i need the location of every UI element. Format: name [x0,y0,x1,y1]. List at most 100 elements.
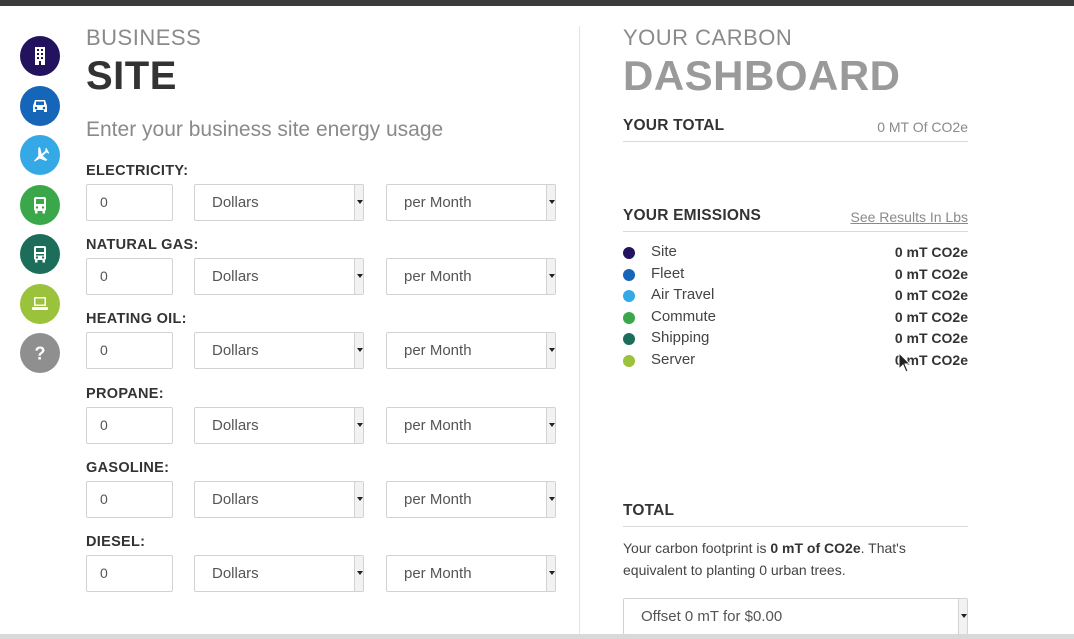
unit-select[interactable]: Dollars [194,184,364,221]
emission-name: Shipping [651,329,710,347]
nav-server[interactable] [20,283,60,324]
chevron-down-icon [546,259,555,294]
emission-value: 0 mT CO2e [894,287,968,304]
your-total-label: YOUR TOTAL [623,117,725,134]
legend-dot [623,290,635,303]
site-panel: BUSINESS SITE Enter your business site e… [86,24,566,144]
car-icon [33,99,47,112]
fuel-inputs: 0 Dollars per Month [86,332,566,369]
fuel-inputs: 0 Dollars per Month [86,407,566,444]
dashboard-kicker: YOUR CARBON [623,25,793,50]
chevron-down-icon [546,185,555,220]
nav-shipping[interactable] [20,234,60,274]
fuel-label: GASOLINE: [86,460,170,476]
unit-select[interactable]: Dollars [194,258,364,295]
see-results-lbs-link[interactable]: See Results In Lbs [850,209,968,225]
summary-text-before: Your carbon footprint is [623,540,771,556]
period-select-value: per Month [404,268,472,285]
amount-input[interactable]: 0 [86,184,173,221]
emission-row: Server 0 mT CO2e [623,350,968,372]
emission-row: Air Travel 0 mT CO2e [623,285,968,307]
fuel-label: NATURAL GAS: [86,237,199,253]
column-divider [579,26,580,634]
fuel-label: HEATING OIL: [86,311,187,327]
unit-select[interactable]: Dollars [194,407,364,444]
fuel-label: PROPANE: [86,386,164,402]
fuel-inputs: 0 Dollars per Month [86,555,566,592]
chevron-down-icon [354,556,363,591]
footprint-summary: Your carbon footprint is 0 mT of CO2e. T… [623,537,968,581]
your-total-value: 0 MT Of CO2e [877,119,968,135]
window-top-bar [0,0,1074,6]
unit-select-value: Dollars [212,342,259,359]
fuel-row: GASOLINE: 0 Dollars per Month [86,457,566,518]
total-label: TOTAL [623,502,675,519]
fuel-label: ELECTRICITY: [86,163,189,179]
bus-icon [34,196,46,213]
legend-dot [623,247,635,259]
legend-dot [623,333,635,346]
period-select[interactable]: per Month [386,184,556,221]
nav-commute[interactable] [20,184,60,225]
fuel-inputs: 0 Dollars per Month [86,481,566,518]
building-icon [35,47,45,65]
legend-dot [623,354,635,367]
offset-select[interactable]: Offset 0 mT for $0.00 [623,598,968,635]
emission-value: 0 mT CO2e [894,308,968,325]
chevron-down-icon [354,333,363,368]
emission-row: Commute 0 mT CO2e [623,307,968,329]
amount-input[interactable]: 0 [86,555,173,592]
emission-value: 0 mT CO2e [894,265,968,282]
fuel-row: PROPANE: 0 Dollars per Month [86,383,566,444]
fuel-row: HEATING OIL: 0 Dollars per Month [86,308,566,369]
unit-select[interactable]: Dollars [194,481,364,518]
fuel-row: NATURAL GAS: 0 Dollars per Month [86,234,566,295]
amount-input[interactable]: 0 [86,332,173,369]
nav-air-travel[interactable] [20,135,60,175]
emission-value: 0 mT CO2e [894,244,968,260]
help-icon: ? [35,344,46,364]
legend-dot [623,268,635,281]
fuel-inputs: 0 Dollars per Month [86,184,566,221]
emission-value: 0 mT CO2e [894,330,968,347]
legend-dot [623,311,635,324]
fuel-row: ELECTRICITY: 0 Dollars per Month [86,160,566,221]
amount-input[interactable]: 0 [86,258,173,295]
unit-select-value: Dollars [212,268,259,285]
nav-fleet[interactable] [20,85,60,126]
fuel-row: DIESEL: 0 Dollars per Month [86,531,566,592]
period-select-value: per Month [404,565,472,582]
emissions-label: YOUR EMISSIONS [623,207,762,224]
period-select[interactable]: per Month [386,407,556,444]
chevron-down-icon [546,333,555,368]
amount-input[interactable]: 0 [86,481,173,518]
emissions-header: YOUR EMISSIONS See Results In Lbs [623,207,968,232]
period-select[interactable]: per Month [386,481,556,518]
laptop-icon [32,296,48,310]
summary-amount: 0 mT of CO2e [770,540,861,556]
emission-name: Commute [651,307,717,325]
period-select[interactable]: per Month [386,258,556,295]
chevron-down-icon [354,408,363,443]
unit-select[interactable]: Dollars [194,332,364,369]
site-title: SITE [86,54,177,98]
site-subtitle: Enter your business site energy usage [86,118,444,141]
period-select-value: per Month [404,194,472,211]
emission-row: Site 0 mT CO2e [623,242,968,264]
unit-select-value: Dollars [212,194,259,211]
amount-input[interactable]: 0 [86,407,173,444]
window-bottom-bar [0,634,1074,639]
chevron-down-icon [546,556,555,591]
chevron-down-icon [546,482,555,517]
dashboard-title: DASHBOARD [623,52,901,99]
unit-select[interactable]: Dollars [194,555,364,592]
emission-row: Fleet 0 mT CO2e [623,264,968,286]
chevron-down-icon [354,185,363,220]
unit-select-value: Dollars [212,491,259,508]
emission-row: Shipping 0 mT CO2e [623,328,968,350]
period-select[interactable]: per Month [386,555,556,592]
period-select[interactable]: per Month [386,332,556,369]
nav-help[interactable]: ? [20,333,60,373]
svg-text:?: ? [35,344,46,364]
nav-site[interactable] [20,36,60,76]
